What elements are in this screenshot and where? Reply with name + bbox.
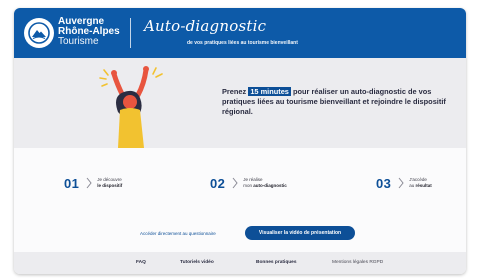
questionnaire-link[interactable]: Accéder directement au questionnaire bbox=[140, 231, 216, 236]
footer-link-good-practices[interactable]: Bonnes pratiques bbox=[256, 260, 297, 265]
footer-link-legal[interactable]: Mentions légales RGPD bbox=[332, 260, 383, 265]
footer-link-tutorials[interactable]: Tutoriels vidéo bbox=[180, 260, 214, 265]
hero-section: Prenez 15 minutes pour réaliser un auto-… bbox=[14, 58, 466, 148]
celebrating-woman-illustration bbox=[90, 60, 170, 148]
chevron-right-icon bbox=[232, 177, 238, 189]
page-subtitle: de vos pratiques liées au tourisme bienv… bbox=[187, 40, 298, 46]
site-footer: FAQ Tutoriels vidéo Bonnes pratiques Men… bbox=[14, 252, 466, 274]
step-3: 03 J'accède au résultat bbox=[376, 174, 432, 192]
header-divider bbox=[130, 18, 131, 48]
step-1: 01 Je découvre le dispositif bbox=[64, 174, 122, 192]
cta-row: Accéder directement au questionnaire Vis… bbox=[14, 218, 466, 246]
step-label: Je découvre le dispositif bbox=[97, 177, 122, 189]
step-line-2-prefix: mon bbox=[243, 183, 253, 188]
video-presentation-button[interactable]: Visualiser la vidéo de présentation bbox=[245, 226, 355, 240]
step-line-2: le dispositif bbox=[97, 183, 123, 188]
step-number: 03 bbox=[376, 175, 392, 191]
brand-line-3: Tourisme bbox=[58, 36, 99, 47]
brand-logo-icon[interactable] bbox=[24, 18, 54, 48]
step-line-1: Je découvre bbox=[97, 177, 122, 182]
hero-text-before: Prenez bbox=[222, 87, 247, 96]
step-number: 02 bbox=[210, 175, 226, 191]
footer-link-faq[interactable]: FAQ bbox=[136, 260, 146, 265]
hero-highlight: 15 minutes bbox=[248, 87, 291, 96]
browser-frame: Auvergne Rhône-Alpes Tourisme Auto-diagn… bbox=[14, 8, 466, 274]
page: Auvergne Rhône-Alpes Tourisme Auto-diagn… bbox=[0, 0, 479, 278]
page-title: Auto-diagnostic bbox=[144, 17, 267, 35]
step-label: Je réalise mon auto-diagnostic bbox=[243, 177, 287, 189]
step-line-1: J'accède bbox=[409, 177, 427, 182]
step-line-1: Je réalise bbox=[243, 177, 263, 182]
hero-intro-text: Prenez 15 minutes pour réaliser un auto-… bbox=[222, 87, 454, 117]
step-line-2: auto-diagnostic bbox=[253, 183, 287, 188]
steps-section: 01 Je découvre le dispositif 02 Je réali… bbox=[14, 148, 466, 218]
step-2: 02 Je réalise mon auto-diagnostic bbox=[210, 174, 287, 192]
brand-name[interactable]: Auvergne Rhône-Alpes Tourisme bbox=[58, 17, 138, 47]
step-label: J'accède au résultat bbox=[409, 177, 432, 189]
chevron-right-icon bbox=[398, 177, 404, 189]
chevron-right-icon bbox=[86, 177, 92, 189]
mountain-icon bbox=[28, 22, 50, 44]
site-header: Auvergne Rhône-Alpes Tourisme Auto-diagn… bbox=[14, 8, 466, 58]
celebration-icon bbox=[99, 66, 163, 148]
step-number: 01 bbox=[64, 175, 80, 191]
step-line-2: résultat bbox=[415, 183, 432, 188]
step-line-2-prefix: au bbox=[409, 183, 415, 188]
